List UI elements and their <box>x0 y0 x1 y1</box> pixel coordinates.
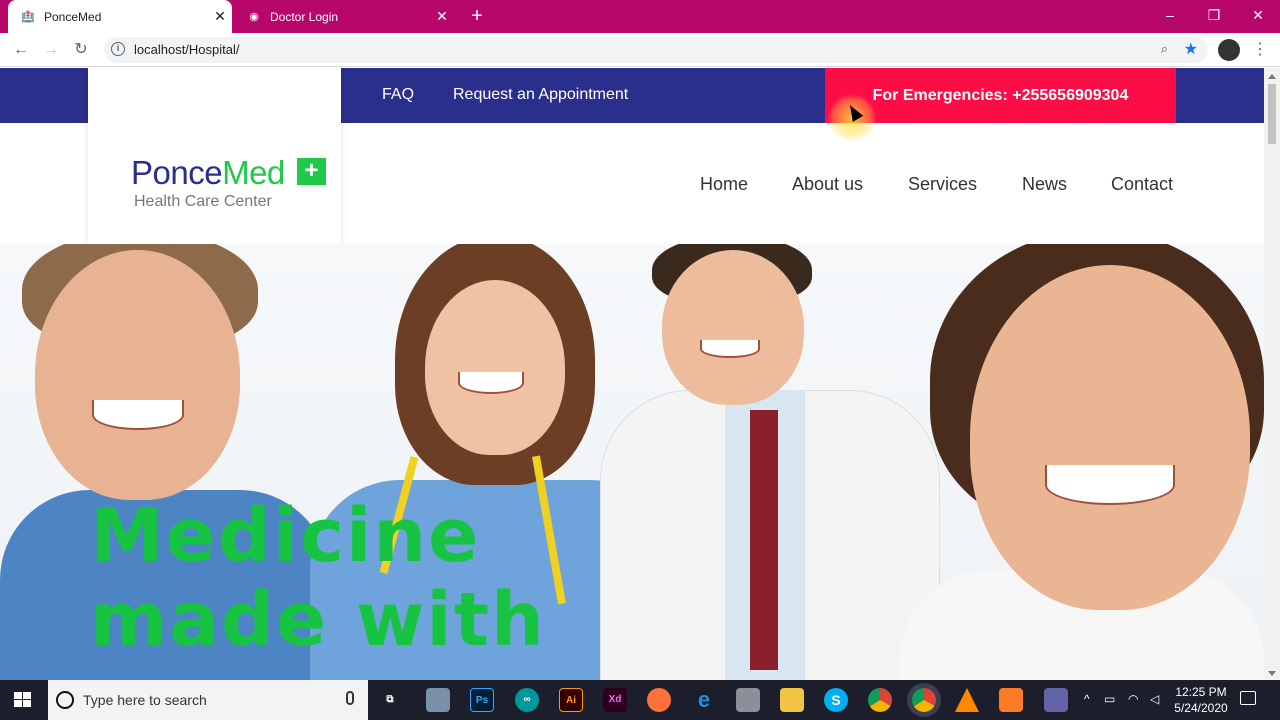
system-clock[interactable]: 12:25 PM 5/24/2020 <box>1170 684 1232 716</box>
vlc-icon[interactable] <box>955 688 979 712</box>
chrome-active-icon[interactable] <box>912 688 936 712</box>
file-explorer-icon[interactable] <box>780 688 804 712</box>
microphone-icon[interactable] <box>346 691 354 705</box>
cortana-icon <box>56 691 74 709</box>
tab-label: PonceMed <box>44 9 102 24</box>
illustrator-icon[interactable]: Ai <box>559 688 583 712</box>
close-tab-icon[interactable]: ✕ <box>208 8 232 25</box>
scroll-thumb[interactable] <box>1268 84 1276 144</box>
arduino-icon[interactable]: ∞ <box>515 688 539 712</box>
nav-services[interactable]: Services <box>908 174 977 195</box>
url-text[interactable]: localhost/Hospital/ <box>134 42 240 57</box>
scroll-up-icon[interactable] <box>1268 74 1276 79</box>
xd-icon[interactable]: Xd <box>603 688 627 712</box>
skype-icon[interactable]: S <box>824 688 848 712</box>
back-arrow-icon[interactable]: ← <box>10 39 32 61</box>
nav-contact[interactable]: Contact <box>1111 174 1173 195</box>
faq-link[interactable]: FAQ <box>382 86 414 104</box>
reload-icon[interactable]: ↻ <box>70 39 92 61</box>
nav-about-us[interactable]: About us <box>792 174 863 195</box>
firefox-icon[interactable] <box>647 688 671 712</box>
chrome-icon[interactable] <box>868 688 892 712</box>
poncemed-favicon-icon: 🏥 <box>21 11 35 23</box>
profile-avatar[interactable] <box>1218 39 1240 61</box>
tab-doctor-login[interactable]: ◉ Doctor Login ✕ <box>234 0 454 33</box>
browser-toolbar: ← → ↻ i localhost/Hospital/ ⌕ ★ ⋮ <box>0 33 1280 67</box>
task-view-icon[interactable]: ⧉ <box>378 688 402 712</box>
clock-date: 5/24/2020 <box>1174 701 1228 715</box>
new-tab-button[interactable]: + <box>466 6 488 28</box>
nav-home[interactable]: Home <box>700 174 748 195</box>
plus-icon: + <box>297 158 326 185</box>
volume-icon[interactable]: ◁ <box>1150 692 1159 706</box>
taskbar-search-box[interactable]: Type here to search <box>48 680 368 720</box>
minimize-button[interactable]: – <box>1148 0 1192 33</box>
xampp-icon[interactable] <box>999 688 1023 712</box>
request-appointment-link[interactable]: Request an Appointment <box>453 86 628 104</box>
zoom-icon[interactable]: ⌕ <box>1161 41 1168 57</box>
hero-headline: Medicine made with <box>90 493 546 663</box>
close-tab-icon[interactable]: ✕ <box>430 8 454 25</box>
web-page: FAQ Request an Appointment For Emergenci… <box>0 68 1264 680</box>
search-placeholder[interactable]: Type here to search <box>83 692 207 708</box>
battery-icon[interactable]: ▭ <box>1104 692 1115 706</box>
tab-label: Doctor Login <box>270 9 339 24</box>
show-hidden-icons-icon[interactable]: ^ <box>1084 692 1090 706</box>
forward-arrow-icon[interactable]: → <box>40 39 62 61</box>
windows-taskbar: Type here to search ⧉ Ps ∞ Ai Xd e S ^ ▭… <box>0 680 1280 720</box>
emergency-banner[interactable]: For Emergencies: +255656909304 <box>825 68 1176 123</box>
edge-icon[interactable]: e <box>692 688 716 712</box>
page-scrollbar[interactable] <box>1264 68 1280 680</box>
wifi-icon[interactable]: ◠ <box>1128 692 1138 706</box>
tab-poncemed[interactable]: 🏥 PonceMed ✕ <box>8 0 232 33</box>
hero-banner: Medicine made with <box>0 244 1264 680</box>
photoshop-icon[interactable]: Ps <box>470 688 494 712</box>
bookmark-star-icon[interactable]: ★ <box>1184 39 1198 59</box>
database-icon[interactable] <box>736 688 760 712</box>
hero-physician-image <box>600 244 940 680</box>
notification-center-icon[interactable] <box>1240 691 1256 705</box>
address-bar[interactable]: i localhost/Hospital/ ⌕ ★ <box>104 37 1208 63</box>
doctor-login-favicon-icon: ◉ <box>249 11 259 23</box>
maximize-button[interactable]: ❐ <box>1192 0 1236 33</box>
nav-news[interactable]: News <box>1022 174 1067 195</box>
logo-wordmark: PonceMed <box>131 154 285 191</box>
browser-menu-icon[interactable]: ⋮ <box>1252 39 1268 61</box>
site-info-icon[interactable]: i <box>111 42 125 56</box>
hero-female-doctor-image <box>900 244 1264 680</box>
scroll-down-icon[interactable] <box>1268 671 1276 676</box>
teams-icon[interactable] <box>1044 688 1068 712</box>
close-window-button[interactable]: ✕ <box>1236 0 1280 33</box>
clock-time: 12:25 PM <box>1175 685 1227 699</box>
network-app-icon[interactable] <box>426 688 450 712</box>
logo-tagline: Health Care Center <box>134 193 272 210</box>
browser-title-bar: 🏥 PonceMed ✕ ◉ Doctor Login ✕ + – ❐ ✕ <box>0 0 1280 33</box>
windows-start-icon[interactable] <box>14 692 31 708</box>
